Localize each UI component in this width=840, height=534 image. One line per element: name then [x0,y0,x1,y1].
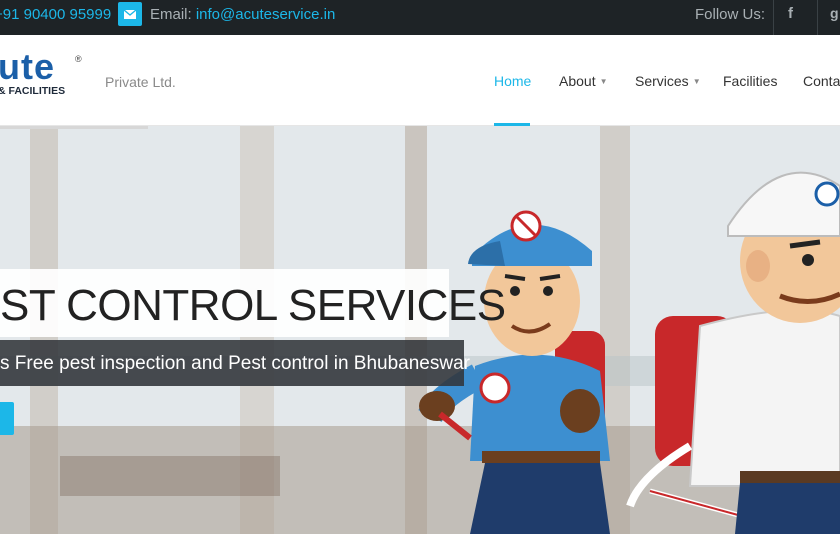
site-header: ute ® & FACILITIES Private Ltd. Home Abo… [0,35,840,126]
googleplus-icon[interactable]: g [830,5,839,21]
caret-down-icon: ▼ [692,77,701,86]
top-bar: +91 90400 95999 Email: info@acuteservice… [0,0,840,35]
nav-contact[interactable]: Contac [803,73,840,89]
registered-mark: ® [75,54,82,64]
email-contact: Email: info@acuteservice.in [150,6,335,24]
logo-wordmark: ute [0,46,55,87]
facebook-icon[interactable]: f [788,5,793,22]
follow-us-label: Follow Us: [695,6,766,23]
hero-slider: ST CONTROL SERVICES s Free pest inspecti… [0,126,840,534]
hero-cta-button[interactable] [0,402,14,435]
slide-progress-bar [0,126,148,129]
nav-facilities[interactable]: Facilities [723,73,777,89]
nav-services-label: Services [635,73,689,89]
caret-down-icon: ▼ [599,77,608,86]
nav-services[interactable]: Services ▼ [635,73,701,89]
mail-icon [118,2,142,26]
hero-title: ST CONTROL SERVICES [0,281,506,330]
phone-number[interactable]: +91 90400 95999 [0,6,111,24]
company-tagline: Private Ltd. [105,74,176,90]
email-label: Email: [150,6,196,23]
social-divider [817,0,818,35]
nav-about-label: About [559,73,596,89]
social-divider [773,0,774,35]
nav-about[interactable]: About ▼ [559,73,608,89]
email-link[interactable]: info@acuteservice.in [196,6,335,23]
logo-subtitle: & FACILITIES [0,85,66,97]
nav-home[interactable]: Home [494,73,531,89]
hero-subtitle: s Free pest inspection and Pest control … [0,353,470,374]
